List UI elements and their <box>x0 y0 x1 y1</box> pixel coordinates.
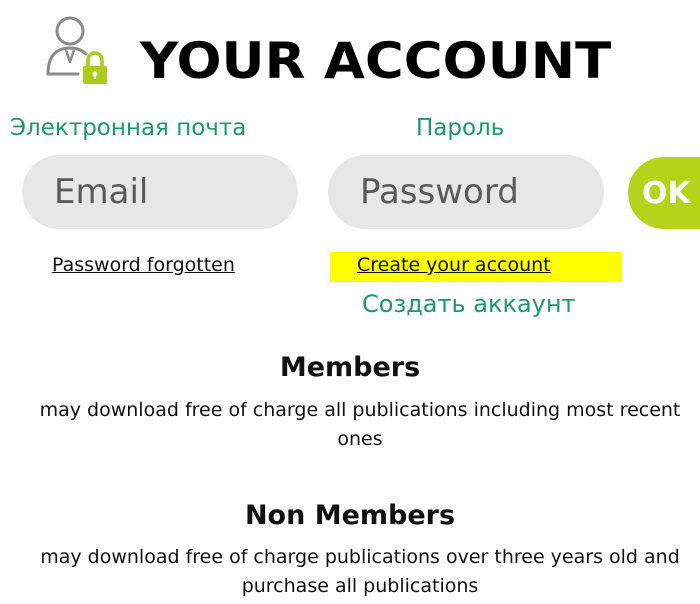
email-field[interactable] <box>22 155 298 229</box>
account-page: YOUR ACCOUNT Электронная почта Пароль OK… <box>0 0 700 604</box>
members-description: may download free of charge all publicat… <box>39 399 681 450</box>
non-members-heading: Non Members <box>244 500 456 531</box>
password-forgotten-link[interactable]: Password forgotten <box>52 254 235 276</box>
create-account-ru-label: Создать аккаунт <box>362 290 576 318</box>
page-title: YOUR ACCOUNT <box>140 32 612 90</box>
user-lock-icon <box>46 16 107 84</box>
password-field[interactable] <box>328 155 604 229</box>
create-account-link[interactable]: Create your account <box>357 254 551 276</box>
members-heading: Members <box>279 352 421 383</box>
password-label: Пароль <box>416 115 505 141</box>
ok-button[interactable]: OK <box>628 157 700 229</box>
email-label: Электронная почта <box>10 115 247 141</box>
non-members-description: may download free of charge publications… <box>40 546 680 597</box>
